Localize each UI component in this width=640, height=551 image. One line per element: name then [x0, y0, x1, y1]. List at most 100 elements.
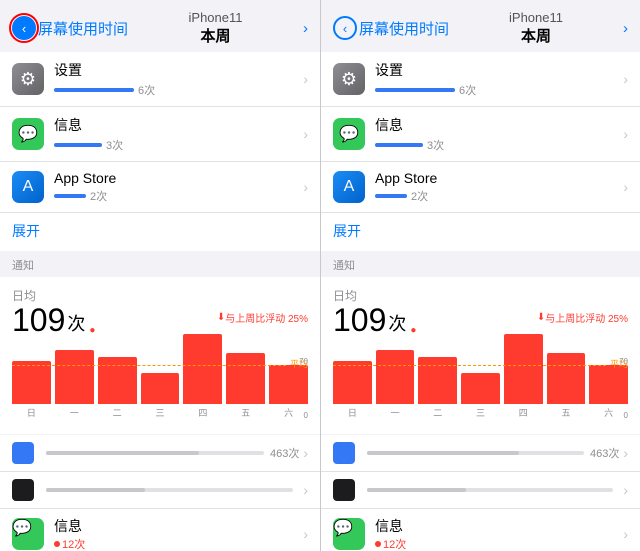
app-detail-row[interactable]: 💬信息12次› [321, 509, 640, 551]
usage-row-chevron-icon: › [303, 445, 308, 461]
store-symbol: A [23, 178, 34, 196]
app-count: 6次 [459, 82, 476, 98]
back-button[interactable]: ‹屏幕使用时间 [333, 16, 449, 40]
chart-area: 日一二三四五六平均700 [0, 340, 320, 434]
app-detail-name: 信息 [54, 516, 299, 536]
app-detail-sub: 12次 [375, 536, 619, 551]
bar-day-label: 二 [433, 406, 442, 419]
appstore-icon: A [12, 171, 44, 203]
bar-group: 六 [589, 365, 628, 419]
bar-group: 一 [376, 350, 415, 419]
chevron-left-icon: ‹ [12, 16, 36, 40]
app-row[interactable]: AApp Store2次› [321, 162, 640, 213]
back-button[interactable]: ‹屏幕使用时间 [12, 16, 128, 40]
bar-day-label: 三 [476, 406, 485, 419]
row-chevron-icon: › [623, 71, 628, 87]
usage-color-block [12, 442, 34, 464]
usage-bar-fill [367, 451, 519, 455]
stats-unit: 次 [388, 310, 406, 336]
bar-group: 日 [12, 361, 51, 419]
bar-group: 五 [226, 353, 265, 419]
bar [183, 334, 222, 404]
usage-count: 463次 [270, 445, 299, 461]
progress-bar [375, 88, 455, 92]
app-detail-row[interactable]: 💬信息12次› [0, 509, 320, 551]
device-label: iPhone11 [189, 10, 243, 25]
expand-link[interactable]: 展开 [333, 223, 361, 239]
app-row[interactable]: 💬信息3次› [0, 107, 320, 162]
store-symbol: A [344, 178, 355, 196]
app-count: 3次 [427, 137, 444, 153]
average-line [12, 365, 286, 366]
forward-button[interactable]: › [303, 20, 308, 37]
bar [376, 350, 415, 404]
stats-card: 日均109次●⬇ 与上周比浮动 25% [321, 277, 640, 340]
app-row[interactable]: ⚙设置6次› [0, 52, 320, 107]
bar [504, 334, 543, 404]
bar-day-label: 四 [198, 406, 207, 419]
app-info: 设置 6次 [375, 60, 619, 98]
usage-row-2-chevron-icon: › [623, 482, 628, 498]
usage-row-2-chevron-icon: › [303, 482, 308, 498]
message-symbol: 💬 [339, 124, 359, 144]
app-count: 6次 [138, 82, 155, 98]
app-count: 2次 [90, 188, 107, 204]
usage-list: 463次›› [0, 435, 320, 509]
forward-button[interactable]: › [623, 20, 628, 37]
app-row[interactable]: ⚙设置6次› [321, 52, 640, 107]
usage-color-block-2 [333, 479, 355, 501]
arrow-down-icon: ⬇ [537, 312, 545, 323]
usage-row[interactable]: 463次› [0, 435, 320, 472]
bar-group: 四 [183, 334, 222, 419]
msg-symbol: 💬 [12, 520, 32, 537]
bar-day-label: 五 [241, 406, 250, 419]
stats-main: 109次●⬇ 与上周比浮动 25% [333, 304, 628, 336]
y-label-70: 70 [619, 357, 628, 366]
usage-row-2[interactable]: › [0, 472, 320, 509]
usage-color-block-2 [12, 479, 34, 501]
bar [589, 365, 628, 404]
usage-row-2[interactable]: › [321, 472, 640, 509]
app-count: 2次 [411, 188, 428, 204]
usage-bar-container-2 [367, 488, 613, 492]
messages-icon: 💬 [333, 118, 365, 150]
header: ‹屏幕使用时间iPhone11本周› [0, 0, 320, 52]
bar [12, 361, 51, 404]
bar-day-label: 六 [284, 406, 293, 419]
bar-group: 六 [269, 365, 308, 419]
bar-group: 四 [504, 334, 543, 419]
row-chevron-icon: › [623, 179, 628, 195]
bar-day-label: 四 [519, 406, 528, 419]
bar [269, 365, 308, 404]
app-row[interactable]: 💬信息3次› [321, 107, 640, 162]
bar-day-label: 五 [561, 406, 570, 419]
usage-row[interactable]: 463次› [321, 435, 640, 472]
settings-icon: ⚙ [12, 63, 44, 95]
msg-symbol: 💬 [333, 520, 353, 537]
progress-bar [375, 143, 423, 147]
stats-change: ⬇ 与上周比浮动 25% [217, 310, 308, 325]
row-chevron-icon: › [303, 126, 308, 142]
usage-bar-fill [46, 451, 199, 455]
red-dot [54, 541, 60, 547]
progress-bar [54, 194, 86, 198]
back-label: 屏幕使用时间 [359, 18, 449, 39]
usage-list: 463次›› [321, 435, 640, 509]
average-line [333, 365, 606, 366]
usage-bar-container [367, 451, 584, 455]
messages-icon: 💬 [12, 118, 44, 150]
app-row[interactable]: AApp Store2次› [0, 162, 320, 213]
bar [547, 353, 586, 404]
app-detail-count: 12次 [62, 536, 85, 551]
usage-row-chevron-icon: › [623, 445, 628, 461]
app-name: App Store [54, 170, 299, 186]
app-list: ⚙设置6次›💬信息3次›AApp Store2次›展开 [321, 52, 640, 251]
panel-right: ‹屏幕使用时间iPhone11本周›⚙设置6次›💬信息3次›AApp Store… [320, 0, 640, 551]
bar-day-label: 一 [391, 406, 400, 419]
app-name: 设置 [375, 60, 619, 80]
bar-group: 五 [547, 353, 586, 419]
red-dot [375, 541, 381, 547]
bar [55, 350, 94, 404]
usage-bar-fill-2 [367, 488, 466, 492]
expand-link[interactable]: 展开 [12, 223, 40, 239]
